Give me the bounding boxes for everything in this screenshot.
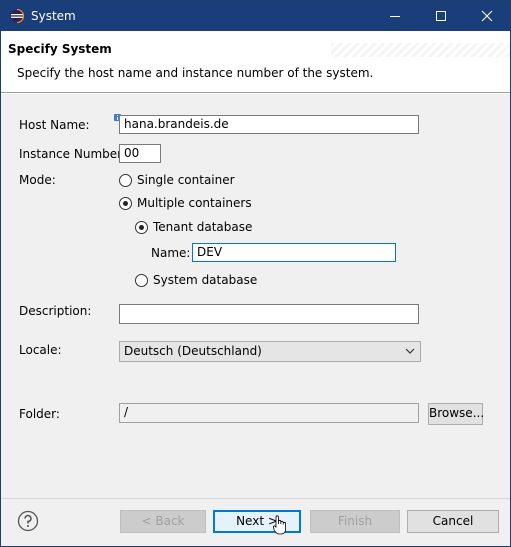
maximize-button[interactable] <box>418 1 464 31</box>
back-button[interactable]: < Back <box>120 510 206 533</box>
radio-unselected-icon <box>135 273 148 287</box>
tenant-name-input[interactable]: DEV <box>192 243 396 262</box>
chevron-down-icon <box>405 348 415 354</box>
instance-number-input[interactable]: 00 <box>119 144 161 163</box>
locale-label: Locale: <box>19 343 62 357</box>
tenant-database-radio[interactable]: Tenant database <box>135 220 252 234</box>
folder-label: Folder: <box>19 407 60 421</box>
cancel-button[interactable]: Cancel <box>407 510 499 533</box>
system-database-label: System database <box>153 273 258 287</box>
system-dialog: System Specify System Specify the host n… <box>0 0 511 547</box>
mode-label: Mode: <box>19 173 56 187</box>
folder-input[interactable]: / <box>119 403 419 423</box>
radio-unselected-icon <box>119 173 132 187</box>
locale-value: Deutsch (Deutschland) <box>124 344 262 358</box>
next-button[interactable]: Next > <box>213 510 301 533</box>
tenant-database-label: Tenant database <box>153 220 253 234</box>
header-divider-highlight <box>1 93 510 94</box>
multiple-containers-radio[interactable]: Multiple containers <box>119 196 252 210</box>
close-icon <box>481 10 493 22</box>
title-bar: System <box>1 1 510 31</box>
multiple-containers-label: Multiple containers <box>137 196 252 210</box>
single-container-radio[interactable]: Single container <box>119 173 235 187</box>
radio-selected-icon <box>119 196 132 210</box>
maximize-icon <box>436 11 446 21</box>
header-banner-pattern <box>331 43 510 57</box>
page-description: Specify the host name and instance numbe… <box>17 66 374 80</box>
mouse-pointer-icon <box>273 515 286 535</box>
finish-button[interactable]: Finish <box>310 510 400 533</box>
eclipse-app-icon <box>10 9 24 23</box>
system-database-radio[interactable]: System database <box>135 273 257 287</box>
description-label: Description: <box>19 304 92 318</box>
single-container-label: Single container <box>137 173 235 187</box>
instance-number-label: Instance Number: <box>19 147 126 161</box>
host-name-input[interactable]: hana.brandeis.de <box>119 115 419 134</box>
locale-select[interactable]: Deutsch (Deutschland) <box>119 341 421 362</box>
description-input[interactable] <box>119 304 419 324</box>
browse-button[interactable]: Browse... <box>428 403 484 425</box>
help-icon[interactable] <box>17 510 39 532</box>
minimize-button[interactable] <box>372 1 418 31</box>
minimize-icon <box>390 16 400 17</box>
window-title: System <box>31 9 76 23</box>
page-title: Specify System <box>8 42 112 56</box>
wizard-header: Specify System Specify the host name and… <box>1 31 510 92</box>
close-button[interactable] <box>464 1 510 31</box>
footer-divider <box>1 498 510 499</box>
radio-selected-icon <box>135 220 148 234</box>
host-name-label: Host Name: <box>19 118 90 132</box>
tenant-name-label: Name: <box>151 246 191 260</box>
